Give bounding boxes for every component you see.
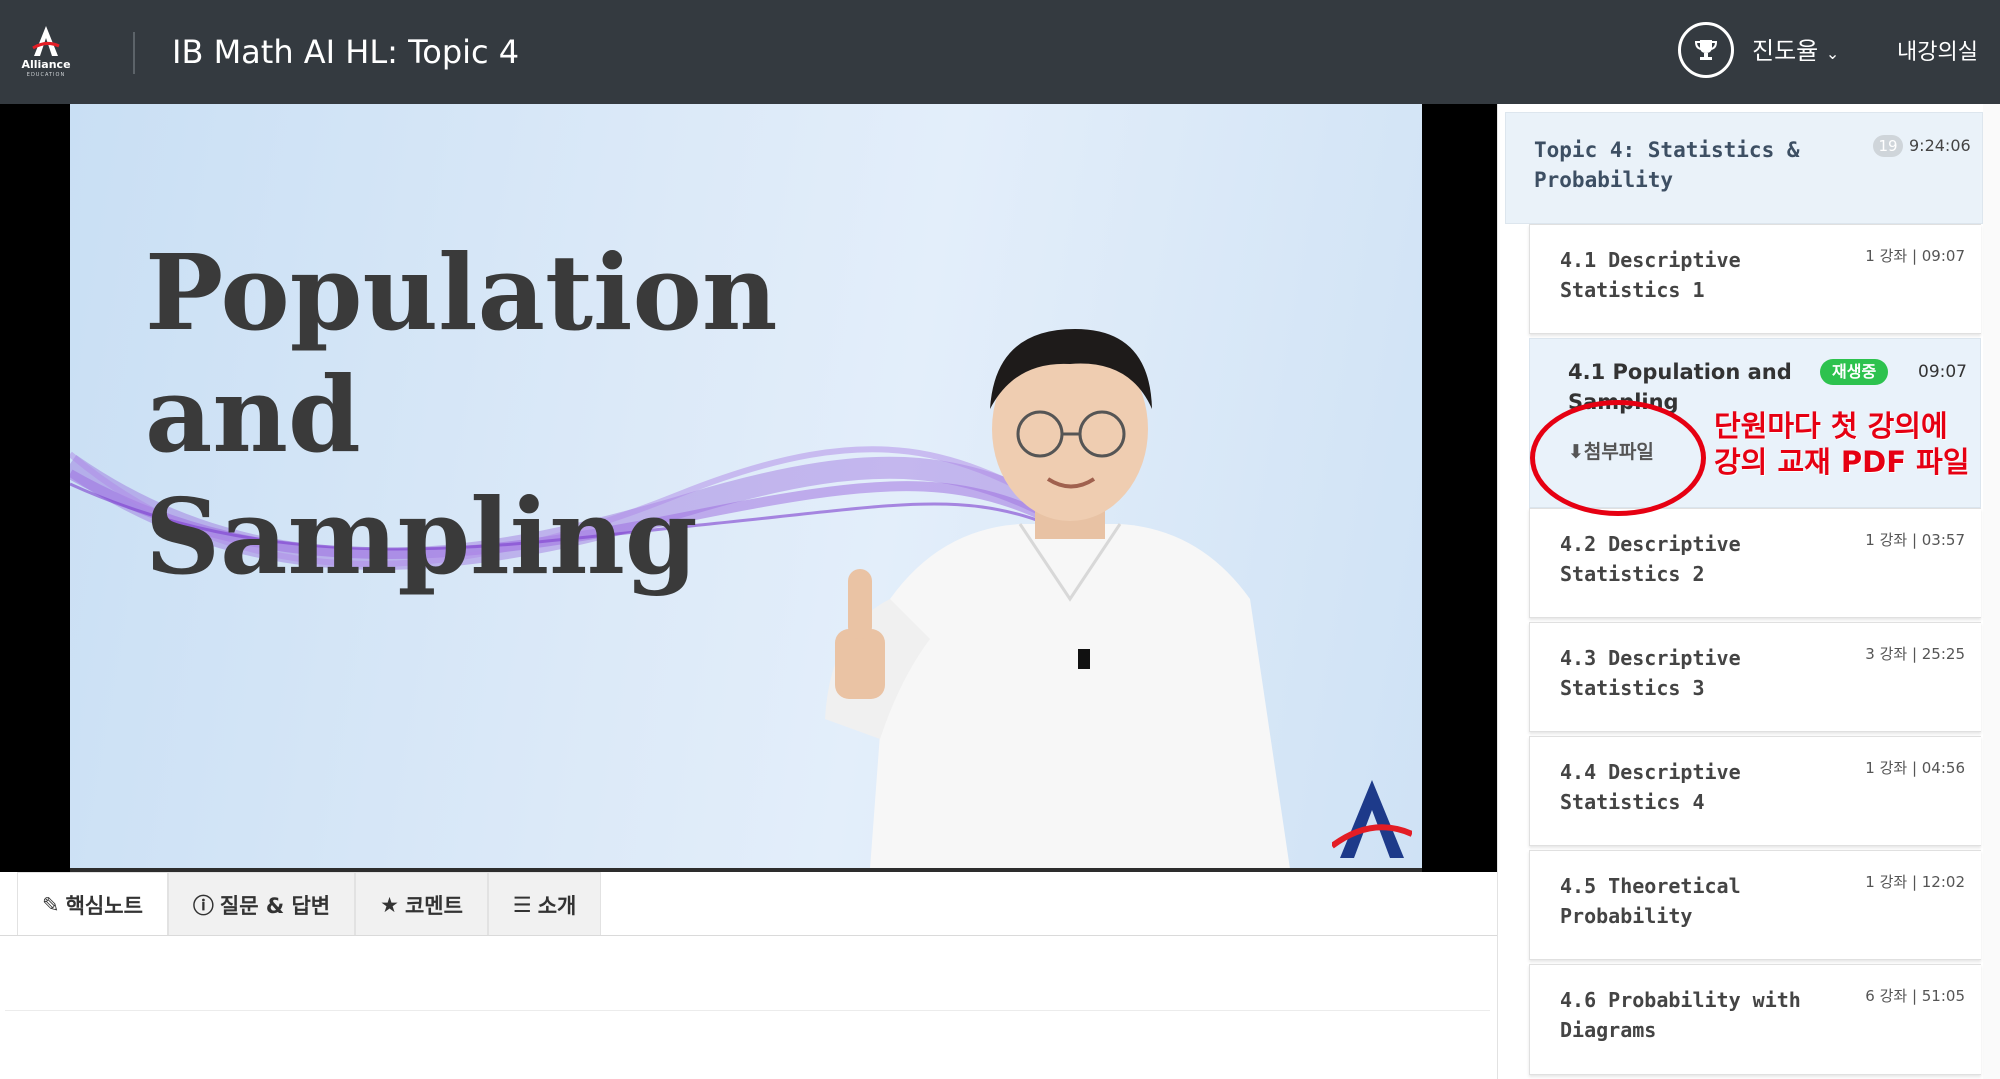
tab-key-notes[interactable]: ✎ 핵심노트 [17,872,168,936]
lecture-title: 4.4 Descriptive Statistics 4 [1560,760,1741,814]
content-tabs: ✎ 핵심노트 ⓘ 질문 & 답변 ★ 코멘트 ☰ 소개 [17,872,602,936]
lecture-title: 4.2 Descriptive Statistics 2 [1560,532,1741,586]
topic-duration: 9:24:06 [1909,136,1971,155]
presenter-figure [825,329,1290,868]
trophy-icon[interactable] [1678,22,1734,78]
content-divider [5,1010,1490,1011]
tab-label: 코멘트 [404,893,463,918]
logo-subtext: EDUCATION [26,72,66,78]
star-icon: ★ [380,892,399,917]
my-classroom-link[interactable]: 내강의실 [1897,36,1978,70]
lecture-meta: 1 강좌 | 03:57 [1865,531,1965,549]
now-playing-badge: 재생중 [1820,359,1889,385]
lecture-title: 4.5 Theoretical Probability [1560,874,1741,928]
progress-label: 진도율 [1752,37,1819,65]
annotation-text: 단원마다 첫 강의에 강의 교재 PDF 파일 [1714,409,1970,479]
lecture-meta: 3 강좌 | 25:25 [1865,645,1965,663]
lecture-item[interactable]: 4.6 Probability with Diagrams 6 강좌 | 51:… [1529,964,1981,1075]
video-frame[interactable]: Population and Sampling [70,104,1422,868]
edit-icon: ✎ [42,892,60,917]
header-divider [133,32,135,74]
lecture-meta: 6 강좌 | 51:05 [1865,987,1965,1005]
sidebar-scrollbar[interactable] [1983,104,2000,1079]
lecture-duration: 09:07 [1918,362,1967,382]
logo-text: Alliance [21,58,71,71]
annotation-circle [1530,400,1706,516]
lecture-meta: 1 강좌 | 09:07 [1865,247,1965,265]
tab-qna[interactable]: ⓘ 질문 & 답변 [167,872,356,936]
lecture-item[interactable]: 4.1 Descriptive Statistics 1 1 강좌 | 09:0… [1529,224,1981,334]
topic-header[interactable]: Topic 4: Statistics & Probability 19 9:2… [1505,112,1983,224]
lecture-item[interactable]: 4.2 Descriptive Statistics 2 1 강좌 | 03:5… [1529,508,1981,618]
list-icon: ☰ [512,892,532,917]
alliance-a-icon [32,26,60,56]
lecture-title: 4.6 Probability with Diagrams [1560,988,1801,1042]
lecture-title: 4.3 Descriptive Statistics 3 [1560,646,1741,700]
lecture-title: 4.1 Descriptive Statistics 1 [1560,248,1741,302]
lecture-meta: 1 강좌 | 12:02 [1865,873,1965,891]
info-icon: ⓘ [192,893,214,918]
topic-title: Topic 4: Statistics & Probability [1534,138,1800,192]
lecture-item[interactable]: 4.4 Descriptive Statistics 4 1 강좌 | 04:5… [1529,736,1981,846]
tab-label: 핵심노트 [65,893,143,918]
lecture-item[interactable]: 4.3 Descriptive Statistics 3 3 강좌 | 25:2… [1529,622,1981,732]
chevron-down-icon: ⌄ [1825,44,1840,63]
tab-label: 질문 & 답변 [219,893,331,918]
progress-dropdown[interactable]: 진도율 ⌄ [1752,34,1839,71]
course-title: IB Math AI HL: Topic 4 [172,33,520,71]
tab-intro[interactable]: ☰ 소개 [487,872,602,936]
topic-lecture-count-badge: 19 [1873,135,1903,157]
alliance-logo[interactable]: Alliance EDUCATION [18,24,74,80]
tab-label: 소개 [537,893,577,918]
tabs-divider [0,935,1497,936]
lecture-item[interactable]: 4.5 Theoretical Probability 1 강좌 | 12:02 [1529,850,1981,960]
top-header: Alliance EDUCATION IB Math AI HL: Topic … [0,0,2000,104]
brand-a-icon [1332,780,1412,858]
lecture-meta: 1 강좌 | 04:56 [1865,759,1965,777]
video-player[interactable]: Population and Sampling [0,104,1497,872]
tab-comments[interactable]: ★ 코멘트 [355,872,488,936]
